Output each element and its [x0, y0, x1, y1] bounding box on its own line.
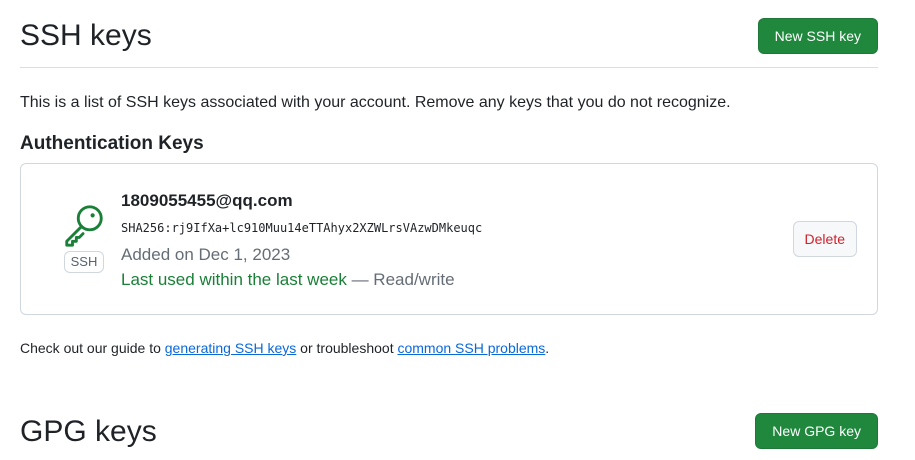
ssh-key-icon-group: SSH [57, 202, 111, 273]
ssh-keys-header: SSH keys New SSH key [20, 14, 878, 68]
gpg-keys-header: GPG keys New GPG key [20, 410, 878, 460]
new-gpg-key-button[interactable]: New GPG key [755, 413, 878, 449]
key-icon [65, 205, 103, 247]
ssh-key-list-item: SSH 1809055455@qq.com SHA256:rj9IfXa+lc9… [20, 163, 878, 315]
ssh-key-access-level: — Read/write [346, 270, 455, 289]
ssh-keys-title: SSH keys [20, 19, 152, 52]
ssh-key-last-used: Last used within the last week [121, 270, 347, 289]
guide-middle: or troubleshoot [296, 340, 398, 356]
ssh-key-fingerprint: SHA256:rj9IfXa+lc910Muu14eTTAhyx2XZWLrsV… [121, 221, 483, 235]
guide-prefix: Check out our guide to [20, 340, 165, 356]
ssh-key-title: 1809055455@qq.com [121, 191, 293, 210]
ssh-keys-intro-text: This is a list of SSH keys associated wi… [20, 94, 731, 111]
delete-ssh-key-button[interactable]: Delete [792, 221, 857, 257]
ssh-key-added-date: Added on Dec 1, 2023 [121, 245, 291, 264]
generating-ssh-keys-link[interactable]: generating SSH keys [165, 340, 297, 356]
authentication-keys-heading: Authentication Keys [20, 133, 204, 154]
guide-suffix: . [545, 340, 550, 356]
ssh-key-usage-line: Last used within the last week — Read/wr… [121, 269, 455, 291]
ssh-key-type-badge: SSH [63, 251, 105, 273]
common-ssh-problems-link[interactable]: common SSH problems [397, 340, 545, 356]
gpg-keys-title: GPG keys [20, 415, 157, 448]
ssh-keys-settings-page: SSH keys New SSH key This is a list of S… [0, 0, 915, 460]
new-ssh-key-button[interactable]: New SSH key [757, 18, 878, 54]
ssh-guide-text: Check out our guide to generating SSH ke… [20, 339, 549, 357]
